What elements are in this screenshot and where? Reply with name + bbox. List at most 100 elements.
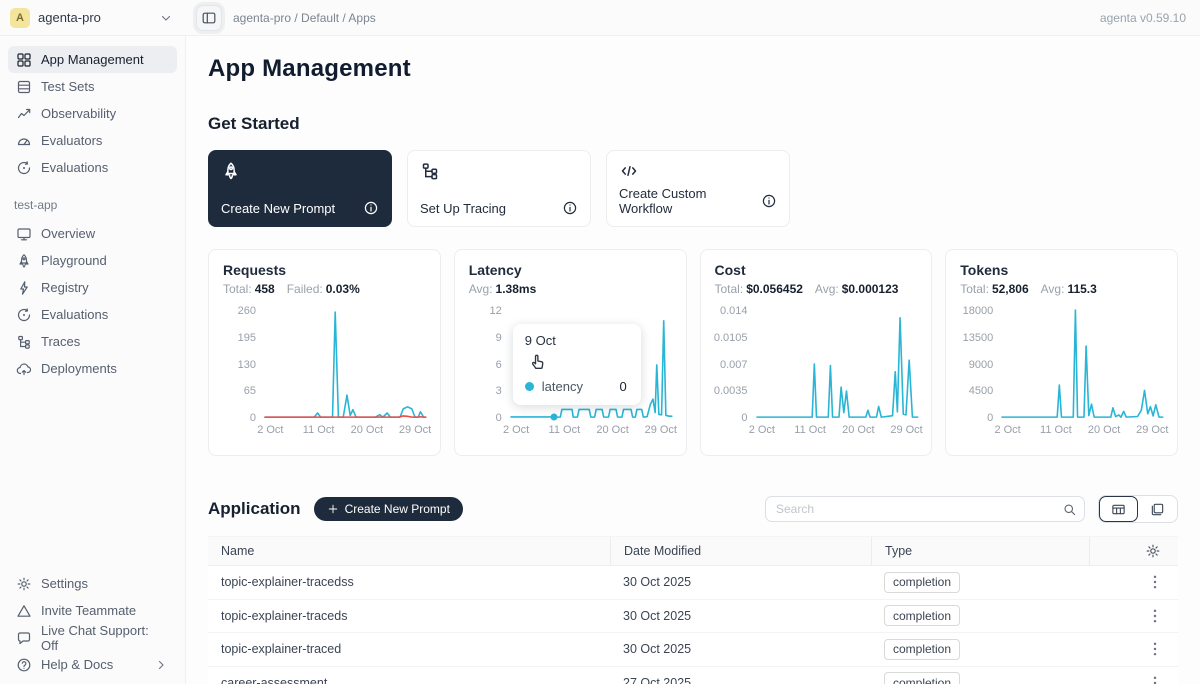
column-header-name[interactable]: Name [208,537,610,565]
sidebar-item-label: Overview [41,226,95,241]
sidebar-item-app-management[interactable]: App Management [8,46,177,73]
sidebar-footer-item-invite-teammate[interactable]: Invite Teammate [8,597,177,624]
column-header-date-modified[interactable]: Date Modified [610,537,871,565]
chart-stat: Total:52,806 [960,282,1028,296]
chart-tooltip: 9 Octlatency0 [513,324,641,405]
sidebar-footer-item-help-docs[interactable]: Help & Docs [8,651,177,678]
table-row[interactable]: topic-explainer-traced30 Oct 2025complet… [208,633,1178,667]
y-axis-labels: 1800013500900045000 [960,305,1002,424]
chart-stat: Total:$0.056452 [715,282,803,296]
y-axis-labels: 260195130650 [223,305,265,424]
sidebar-item-observability[interactable]: Observability [8,100,177,127]
cell-actions [1089,674,1178,684]
get-started-card-create-custom-workflow[interactable]: Create Custom Workflow [606,150,790,227]
x-tick-label: 20 Oct [596,424,628,436]
y-tick-label: 260 [238,305,256,317]
table-view-icon [1111,502,1126,517]
cell-name: career-assessment [208,676,610,684]
row-menu-kebab-icon[interactable] [1146,607,1164,625]
info-icon [761,193,777,209]
sidebar-collapse-button[interactable] [196,5,222,31]
x-tick-label: 29 Oct [890,424,922,436]
metrics-chart-cards: RequestsTotal:458Failed:0.03%26019513065… [208,249,1178,456]
row-menu-kebab-icon[interactable] [1146,573,1164,591]
column-header-type[interactable]: Type [871,537,1089,565]
row-menu-kebab-icon[interactable] [1146,674,1164,684]
y-tick-label: 0 [741,412,747,424]
search-icon[interactable] [1062,502,1077,517]
table-row[interactable]: career-assessment27 Oct 2025completion [208,667,1178,684]
x-tick-label: 2 Oct [749,424,775,436]
x-tick-label: 29 Oct [399,424,431,436]
get-started-card-footer: Create New Prompt [221,200,379,216]
table-settings-icon[interactable] [1145,543,1161,559]
applications-table: NameDate ModifiedType topic-explainer-tr… [208,536,1178,684]
table-row[interactable]: topic-explainer-tracedss30 Oct 2025compl… [208,566,1178,600]
traces-icon [420,161,440,181]
sidebar-item-test-sets[interactable]: Test Sets [8,73,177,100]
search-box [765,496,1085,522]
cell-type: completion [871,672,1089,684]
plus-icon [327,503,339,515]
chart-stat: Avg:115.3 [1041,282,1097,296]
type-badge: completion [884,672,960,684]
table-row[interactable]: topic-explainer-traceds30 Oct 2025comple… [208,600,1178,634]
cell-name: topic-explainer-traced [208,642,610,656]
card-view-button[interactable] [1138,496,1177,522]
evaluations-icon [16,160,32,176]
chart-title: Cost [715,262,918,278]
info-icon [363,200,379,216]
table-body: topic-explainer-tracedss30 Oct 2025compl… [208,566,1178,684]
table-view-button[interactable] [1099,496,1138,522]
sidebar-item-label: Registry [41,280,89,295]
chart-title: Tokens [960,262,1163,278]
workspace-switcher[interactable]: A agenta-pro [0,8,186,28]
chart-plot-area: 1800013500900045000 [960,310,1163,418]
sidebar-group-label: test-app [14,198,171,212]
breadcrumb[interactable]: agenta-pro / Default / Apps [233,11,376,25]
sidebar-item-label: Deployments [41,361,117,376]
application-header-row: Application Create New Prompt [208,495,1178,523]
sidebar-spacer [8,382,177,570]
sidebar-app-item-traces[interactable]: Traces [8,328,177,355]
x-tick-label: 20 Oct [1088,424,1120,436]
evaluators-icon [16,133,32,149]
sidebar-item-evaluations[interactable]: Evaluations [8,154,177,181]
sidebar-app-item-playground[interactable]: Playground [8,247,177,274]
sidebar-footer-item-settings[interactable]: Settings [8,570,177,597]
sidebar-app-item-registry[interactable]: Registry [8,274,177,301]
type-badge: completion [884,572,960,593]
search-input[interactable] [765,496,1085,522]
chart-plot-area: 260195130650 [223,310,426,418]
sidebar-item-evaluators[interactable]: Evaluators [8,127,177,154]
cell-actions [1089,573,1178,591]
get-started-card-label: Create Custom Workflow [619,186,761,216]
create-new-prompt-button[interactable]: Create New Prompt [314,497,463,521]
sidebar-app-item-evaluations[interactable]: Evaluations [8,301,177,328]
get-started-card-set-up-tracing[interactable]: Set Up Tracing [407,150,591,227]
workspace-avatar: A [10,8,30,28]
tooltip-series-name: latency [542,379,583,394]
sidebar-item-label: Settings [41,576,88,591]
overview-icon [16,226,32,242]
chart-title: Requests [223,262,426,278]
y-tick-label: 9 [496,332,502,344]
cell-actions [1089,607,1178,625]
row-menu-kebab-icon[interactable] [1146,640,1164,658]
x-tick-label: 20 Oct [351,424,383,436]
chart-canvas [757,310,918,418]
sidebar-app-item-overview[interactable]: Overview [8,220,177,247]
sidebar-app-item-deployments[interactable]: Deployments [8,355,177,382]
y-tick-label: 4500 [969,385,993,397]
sidebar-item-label: Traces [41,334,80,349]
y-tick-label: 6 [496,359,502,371]
chart-stats: Total:$0.056452Avg:$0.000123 [715,282,918,296]
y-tick-label: 0.007 [720,359,748,371]
chevron-down-icon [158,10,174,26]
hand-cursor-icon [529,351,547,371]
get-started-card-footer: Create Custom Workflow [619,186,777,216]
x-tick-label: 2 Oct [503,424,529,436]
sidebar-item-label: Evaluations [41,307,108,322]
sidebar-footer-item-live-chat-support-off[interactable]: Live Chat Support: Off [8,624,177,651]
get-started-card-create-new-prompt[interactable]: Create New Prompt [208,150,392,227]
